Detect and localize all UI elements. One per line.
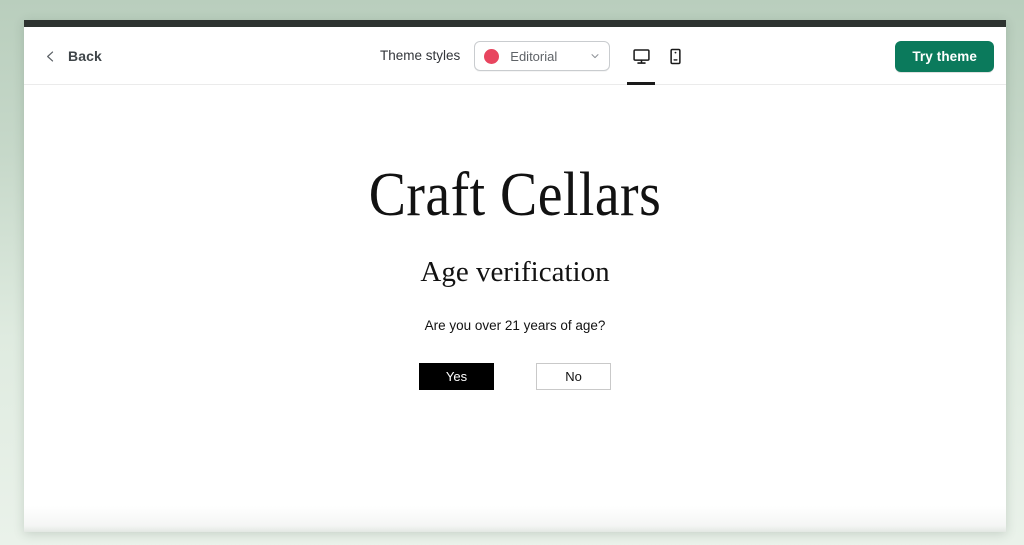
toolbar-center-controls: Theme styles Editorial [380,27,692,85]
preview-toolbar: Back Theme styles Editorial Try theme [24,27,1006,85]
desktop-icon [633,48,650,64]
age-verification-question: Are you over 21 years of age? [424,317,606,333]
theme-style-select[interactable]: Editorial [474,41,611,71]
theme-style-selected-value: Editorial [510,48,558,64]
mobile-icon [670,48,681,64]
theme-styles-label: Theme styles [380,48,461,64]
storefront-preview: Craft Cellars Age verification Are you o… [24,85,1006,532]
age-verification-title: Age verification [420,256,610,289]
theme-preview-window: Back Theme styles Editorial Try theme Cr… [24,20,1006,532]
chevron-left-icon [47,50,54,62]
desktop-view-toggle[interactable] [624,27,658,85]
mobile-view-toggle[interactable] [658,27,692,85]
try-theme-button[interactable]: Try theme [895,41,994,72]
device-preview-toggles [624,27,692,85]
shop-name-heading: Craft Cellars [368,161,662,229]
theme-style-swatch [484,48,500,64]
back-button[interactable]: Back [36,27,110,85]
age-verification-modal: Craft Cellars Age verification Are you o… [24,161,1006,390]
window-title-bar [24,20,1006,27]
age-verification-actions: Yes No [64,362,966,390]
age-confirm-yes-button[interactable]: Yes [419,362,494,390]
preview-bottom-fade [24,506,1006,532]
back-button-label: Back [68,48,102,64]
age-decline-no-button[interactable]: No [536,362,611,390]
chevron-down-icon [591,54,599,59]
